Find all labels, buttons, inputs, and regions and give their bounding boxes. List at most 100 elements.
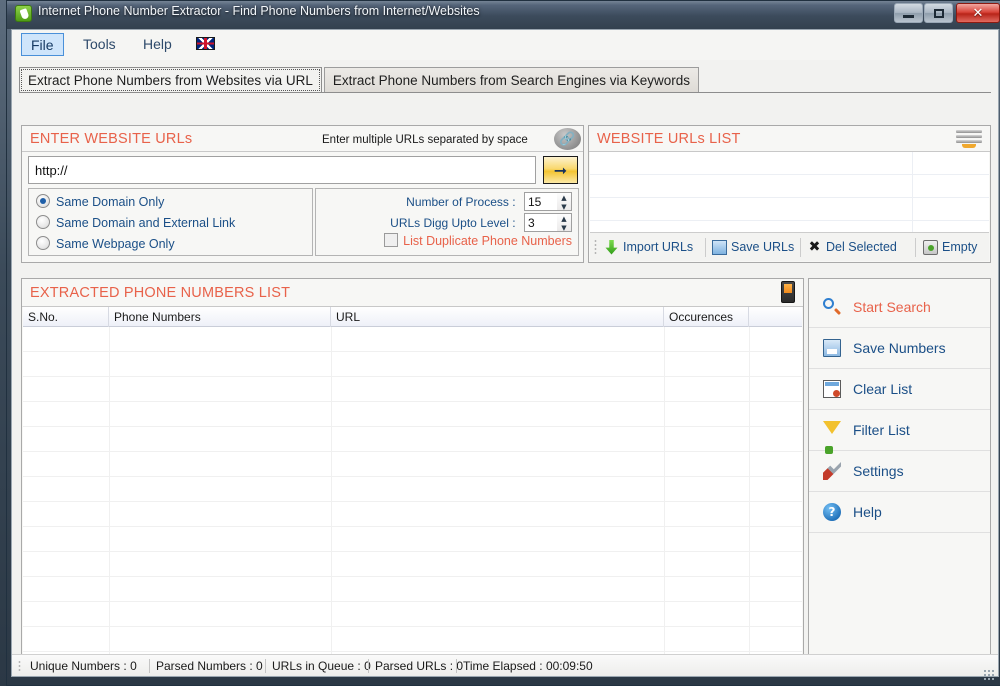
status-separator <box>265 659 266 673</box>
process-options-group: Number of Process : ▲ ▼ URLs Digg Upto L… <box>315 188 579 256</box>
radio-same-webpage-only[interactable]: Same Webpage Only <box>36 234 175 255</box>
status-value: 00:09:50 <box>545 659 593 673</box>
table-row[interactable] <box>23 377 802 402</box>
chevron-down-icon[interactable]: ▼ <box>557 202 571 211</box>
download-green-icon <box>605 240 618 255</box>
radio-same-domain-external[interactable]: Same Domain and External Link <box>36 213 235 234</box>
enter-website-urls-panel: ENTER WEBSITE URLs Enter multiple URLs s… <box>21 125 584 263</box>
del-selected-button[interactable]: ✖ Del Selected <box>807 237 897 258</box>
status-separator <box>149 659 150 673</box>
start-search-button[interactable]: Start Search <box>809 287 990 328</box>
settings-label: Settings <box>853 463 904 479</box>
settings-button[interactable]: Settings <box>809 451 990 492</box>
table-row[interactable] <box>23 527 802 552</box>
number-of-process-label: Number of Process : <box>406 195 516 209</box>
grid-row[interactable] <box>590 198 989 221</box>
table-row[interactable] <box>23 452 802 477</box>
table-row[interactable] <box>23 552 802 577</box>
extracted-phone-numbers-panel: EXTRACTED PHONE NUMBERS LIST S.No. Phone… <box>21 278 804 675</box>
status-label: Parsed Numbers : <box>156 659 253 673</box>
status-label: URLs in Queue : <box>272 659 361 673</box>
resize-grip[interactable] <box>983 669 996 682</box>
stacked-list-icon[interactable] <box>956 129 982 149</box>
toolbar-grip[interactable] <box>594 239 597 256</box>
column-header-phone[interactable]: Phone Numbers <box>109 307 331 327</box>
tab-content-divider <box>19 92 991 94</box>
extracted-table-body[interactable] <box>23 327 802 673</box>
uk-flag-icon[interactable] <box>196 37 215 50</box>
help-label: Help <box>853 504 882 520</box>
urls-digg-level-label: URLs Digg Upto Level : <box>390 216 516 230</box>
radio-label: Same Webpage Only <box>56 237 175 251</box>
number-of-process-input[interactable] <box>524 192 558 212</box>
website-urls-list-panel: WEBSITE URLs LIST Import URLs Save URLs <box>588 125 991 263</box>
table-row[interactable] <box>23 602 802 627</box>
radio-label: Same Domain and External Link <box>56 216 236 230</box>
maximize-button[interactable] <box>924 3 953 23</box>
menu-item-tools[interactable]: Tools <box>74 33 125 56</box>
radio-same-domain-only[interactable]: Same Domain Only <box>36 192 164 213</box>
chevron-up-icon[interactable]: ▲ <box>557 193 571 202</box>
grid-row[interactable] <box>590 175 989 198</box>
extracted-title: EXTRACTED PHONE NUMBERS LIST <box>30 285 291 301</box>
grid-row[interactable] <box>590 152 989 175</box>
chevron-up-icon[interactable]: ▲ <box>557 214 571 223</box>
number-of-process-row: Number of Process : ▲ ▼ <box>406 192 572 213</box>
empty-button[interactable]: Empty <box>923 237 977 258</box>
list-duplicate-checkbox[interactable]: List Duplicate Phone Numbers <box>384 231 572 251</box>
status-separator <box>368 659 369 673</box>
status-label: Parsed URLs : <box>375 659 454 673</box>
website-urls-grid[interactable] <box>590 152 989 232</box>
clear-list-button[interactable]: Clear List <box>809 369 990 410</box>
menu-item-help[interactable]: Help <box>134 33 181 56</box>
status-grip <box>18 660 21 672</box>
column-header-url[interactable]: URL <box>331 307 664 327</box>
table-row[interactable] <box>23 327 802 352</box>
minimize-button[interactable] <box>894 3 923 23</box>
column-header-sno[interactable]: S.No. <box>23 307 109 327</box>
application-window: Internet Phone Number Extractor - Find P… <box>0 0 1000 686</box>
go-button[interactable]: ➞ <box>543 156 578 184</box>
save-urls-button[interactable]: Save URLs <box>712 237 794 258</box>
grid-row[interactable] <box>590 221 989 232</box>
question-mark-icon <box>823 503 841 521</box>
table-row[interactable] <box>23 427 802 452</box>
urls-digg-level-spinner[interactable]: ▲ ▼ <box>557 213 572 233</box>
url-input[interactable] <box>28 156 536 184</box>
start-search-label: Start Search <box>853 299 931 315</box>
menu-item-file[interactable]: File <box>21 33 64 56</box>
magnifier-icon <box>823 298 834 309</box>
tab-extract-via-url[interactable]: Extract Phone Numbers from Websites via … <box>19 67 322 93</box>
radio-label: Same Domain Only <box>56 195 165 209</box>
table-row[interactable] <box>23 352 802 377</box>
chain-link-icon[interactable] <box>554 128 581 150</box>
column-header-occurences[interactable]: Occurences <box>664 307 749 327</box>
table-row[interactable] <box>23 477 802 502</box>
save-numbers-button[interactable]: Save Numbers <box>809 328 990 369</box>
maximize-icon <box>925 4 952 22</box>
app-icon <box>15 5 32 22</box>
filter-list-button[interactable]: Filter List <box>809 410 990 454</box>
close-button[interactable]: ✕ <box>956 3 1000 23</box>
funnel-filter-icon <box>823 421 841 454</box>
x-cross-icon: ✖ <box>808 239 821 255</box>
urls-digg-level-input[interactable] <box>524 213 558 233</box>
import-urls-button[interactable]: Import URLs <box>604 237 693 258</box>
table-row[interactable] <box>23 627 802 652</box>
urls-list-toolbar: Import URLs Save URLs ✖ Del Selected Empt… <box>590 232 989 261</box>
mobile-phone-icon[interactable] <box>781 281 795 303</box>
filter-list-label: Filter List <box>853 422 910 438</box>
tab-extract-via-keywords[interactable]: Extract Phone Numbers from Search Engine… <box>323 67 700 93</box>
table-row[interactable] <box>23 502 802 527</box>
table-row[interactable] <box>23 577 802 602</box>
table-row[interactable] <box>23 402 802 427</box>
column-header-extra[interactable] <box>749 307 804 327</box>
number-of-process-stepper[interactable]: ▲ ▼ <box>524 192 572 212</box>
floppy-disk-icon <box>823 339 841 357</box>
urls-list-title: WEBSITE URLs LIST <box>597 131 741 147</box>
urls-digg-level-stepper[interactable]: ▲ ▼ <box>524 213 572 233</box>
number-of-process-spinner[interactable]: ▲ ▼ <box>557 192 572 212</box>
help-button[interactable]: Help <box>809 492 990 533</box>
enter-urls-title: ENTER WEBSITE URLs <box>30 131 193 147</box>
action-sidebar: Start Search Save Numbers Clear List Fil… <box>808 278 991 675</box>
